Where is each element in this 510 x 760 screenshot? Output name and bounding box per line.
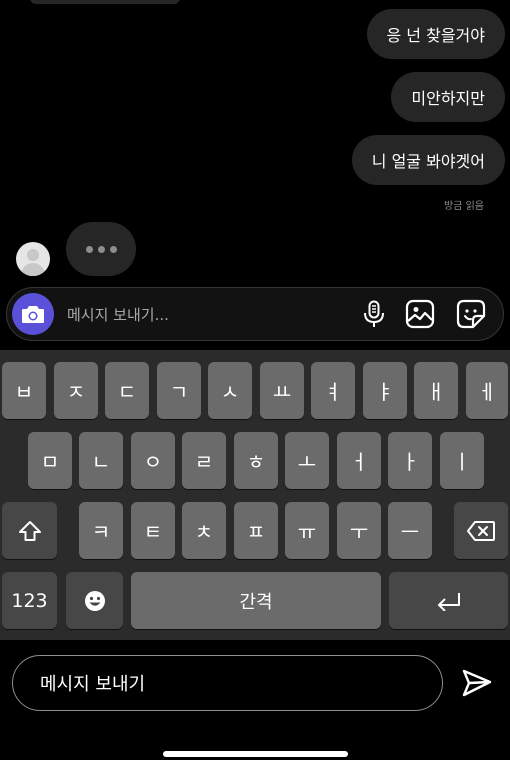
sent-message-bubble[interactable]: 응 넌 찾을거야 — [366, 9, 505, 59]
key-ae[interactable]: ㅐ — [414, 362, 458, 419]
key-giyeok[interactable]: ㄱ — [157, 362, 201, 419]
camera-button[interactable] — [12, 293, 54, 335]
microphone-icon — [364, 300, 384, 327]
key-label: ㄷ — [117, 380, 137, 404]
key-label: ㄹ — [194, 450, 214, 474]
key-hieut[interactable]: ㅎ — [234, 432, 278, 489]
key-mieum[interactable]: ㅁ — [28, 432, 72, 489]
key-label: ㅌ — [143, 520, 163, 544]
emoji-icon — [84, 590, 105, 611]
key-label: ㅠ — [297, 520, 317, 544]
key-label: ㅇ — [143, 450, 163, 474]
key-label: ㅑ — [375, 380, 395, 404]
key-label: ㅅ — [220, 380, 240, 404]
key-label: ㅋ — [91, 520, 111, 544]
key-label: ㅔ — [477, 380, 497, 404]
key-u[interactable]: ㅜ — [337, 502, 381, 559]
key-jieut[interactable]: ㅈ — [54, 362, 98, 419]
message-text: 미안하지만 — [411, 89, 485, 108]
return-key[interactable] — [389, 572, 508, 629]
space-key[interactable]: 간격 — [131, 572, 381, 629]
keyboard: ㅂ ㅈ ㄷ ㄱ ㅅ ㅛ ㅕ ㅑ ㅐ ㅔ ㅁ ㄴ ㅇ ㄹ ㅎ ㅗ ㅓ ㅏ ㅣ ㅋ … — [0, 350, 510, 640]
numbers-key[interactable]: 123 — [2, 572, 57, 629]
key-ieung[interactable]: ㅇ — [131, 432, 175, 489]
backspace-key[interactable] — [454, 502, 508, 559]
sent-message-bubble[interactable]: 미안하지만 — [391, 72, 505, 122]
backspace-icon — [467, 520, 495, 541]
message-text: 니 얼굴 봐야겟어 — [371, 152, 485, 171]
sticker-button[interactable] — [456, 299, 486, 329]
key-bieup[interactable]: ㅂ — [2, 362, 46, 419]
message-input[interactable]: 메시지 보내기 — [12, 655, 443, 711]
return-icon — [437, 592, 460, 611]
message-text: 응 넌 찾을거야 — [386, 26, 486, 45]
message-composer[interactable]: 메시지 보내기... — [6, 287, 504, 341]
camera-icon — [22, 306, 44, 323]
typing-indicator — [66, 222, 136, 276]
chat-thread: 응 넌 찾을거야 미안하지만 니 얼굴 봐야겟어 방금 읽음 메시지 보내기..… — [0, 0, 510, 350]
key-eu[interactable]: ㅡ — [388, 502, 432, 559]
key-label: ㅗ — [297, 450, 317, 474]
sticker-icon — [456, 299, 486, 329]
key-e[interactable]: ㅔ — [466, 362, 508, 419]
read-receipt: 방금 읽음 — [444, 201, 484, 212]
key-yeo[interactable]: ㅕ — [311, 362, 355, 419]
message-input-text: 메시지 보내기 — [40, 674, 146, 695]
key-label: ㅣ — [452, 450, 472, 474]
image-icon — [405, 299, 435, 329]
key-label: ㅐ — [426, 380, 446, 404]
previous-message-fragment — [30, 0, 180, 4]
key-pieup[interactable]: ㅍ — [234, 502, 278, 559]
key-eo[interactable]: ㅓ — [337, 432, 381, 489]
shift-key[interactable] — [2, 502, 57, 559]
key-label: 간격 — [239, 591, 273, 613]
send-button[interactable] — [460, 666, 494, 700]
avatar[interactable] — [16, 242, 50, 276]
key-yo[interactable]: ㅛ — [260, 362, 304, 419]
key-label: ㅛ — [272, 380, 292, 404]
key-siot[interactable]: ㅅ — [208, 362, 252, 419]
key-label: ㅁ — [40, 450, 60, 474]
key-digeut[interactable]: ㄷ — [105, 362, 149, 419]
key-label: ㄱ — [169, 380, 189, 404]
send-icon — [462, 669, 492, 697]
key-label: ㅡ — [400, 520, 420, 544]
sent-message-bubble[interactable]: 니 얼굴 봐야겟어 — [351, 135, 505, 185]
key-label: ㅍ — [246, 520, 266, 544]
key-label: ㅎ — [246, 450, 266, 474]
typing-dot — [97, 245, 105, 253]
key-rieul[interactable]: ㄹ — [182, 432, 226, 489]
key-a[interactable]: ㅏ — [388, 432, 432, 489]
key-label: ㄴ — [91, 450, 111, 474]
key-kieuk[interactable]: ㅋ — [79, 502, 123, 559]
key-i[interactable]: ㅣ — [440, 432, 484, 489]
key-label: ㅕ — [323, 380, 343, 404]
typing-dot — [109, 245, 117, 253]
key-chieut[interactable]: ㅊ — [182, 502, 226, 559]
key-label: ㅈ — [66, 380, 86, 404]
key-tieut[interactable]: ㅌ — [131, 502, 175, 559]
key-label: ㅓ — [349, 450, 369, 474]
key-ya[interactable]: ㅑ — [363, 362, 407, 419]
key-nieun[interactable]: ㄴ — [79, 432, 123, 489]
emoji-key[interactable] — [66, 572, 123, 629]
key-yu[interactable]: ㅠ — [285, 502, 329, 559]
typing-dot — [85, 245, 93, 253]
key-label: ㅜ — [349, 520, 369, 544]
key-label: ㅊ — [194, 520, 214, 544]
shift-icon — [18, 520, 41, 541]
key-o[interactable]: ㅗ — [285, 432, 329, 489]
composer-placeholder[interactable]: 메시지 보내기... — [67, 304, 169, 325]
gallery-button[interactable] — [405, 299, 435, 329]
key-label: ㅂ — [14, 380, 34, 404]
bottom-bar: 메시지 보내기 — [0, 640, 510, 760]
home-indicator[interactable] — [163, 751, 348, 757]
microphone-button[interactable] — [359, 299, 389, 329]
key-label: ㅏ — [400, 450, 420, 474]
key-label: 123 — [11, 589, 48, 612]
